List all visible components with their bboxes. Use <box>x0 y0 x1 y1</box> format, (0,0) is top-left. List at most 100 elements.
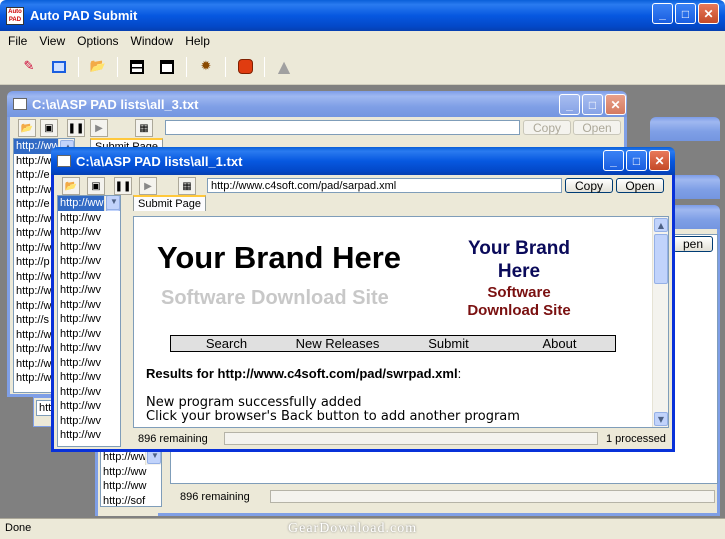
back-window-3-titlebar[interactable] <box>670 175 720 199</box>
menu-window[interactable]: Window <box>125 31 180 49</box>
results-heading: Results for http://www.c4soft.com/pad/sw… <box>146 366 461 381</box>
back-play-icon[interactable]: ▶ <box>90 119 108 137</box>
toolbar-separator <box>186 56 187 77</box>
list-item[interactable]: http://wv <box>58 225 120 240</box>
result-message-2: Click your browser's Back button to add … <box>146 409 520 424</box>
list-item[interactable]: http://wv <box>58 211 120 226</box>
back-copy-button[interactable]: Copy <box>523 120 571 135</box>
maximize-button[interactable]: □ <box>675 3 696 24</box>
play-icon[interactable]: ▶ <box>139 177 157 195</box>
front-close-button[interactable]: ✕ <box>649 150 670 171</box>
back-window-4-titlebar[interactable] <box>670 205 720 229</box>
list-item[interactable]: http://wv <box>58 312 120 327</box>
menu-help[interactable]: Help <box>179 31 216 49</box>
list-item[interactable]: http://sof <box>101 494 161 507</box>
scroll-down-arrow-icon[interactable]: ▼ <box>106 196 120 210</box>
toolbar-separator <box>78 56 79 77</box>
brand-small-line1: Your Brand <box>467 238 571 259</box>
back-pause-icon[interactable]: ❚❚ <box>67 119 85 137</box>
front-url-field[interactable]: http://www.c4soft.com/pad/sarpad.xml <box>207 178 562 193</box>
list-item[interactable]: http://ww <box>101 465 161 480</box>
menu-bar: File View Options Window Help <box>0 31 725 49</box>
third-window-open-button[interactable]: pen <box>673 236 713 252</box>
open-folder-icon[interactable]: 📂 <box>62 177 80 195</box>
main-toolbar: ✎ 📂 ✹ ▲ <box>0 49 725 85</box>
brand-small-line2: Here <box>497 261 541 282</box>
nav-search-link[interactable]: Search <box>171 336 282 351</box>
back-close-button[interactable]: ✕ <box>605 94 626 115</box>
list-item[interactable]: http://wv <box>58 356 120 371</box>
site-small-line2: Download Site <box>467 302 571 319</box>
app-title: Auto PAD Submit <box>30 8 138 23</box>
scroll-down-arrow-icon[interactable]: ▼ <box>654 412 668 426</box>
result-message-1: New program successfully added <box>146 395 362 410</box>
back-save-icon[interactable]: ▣ <box>40 119 58 137</box>
list-item[interactable]: http://wv <box>58 370 120 385</box>
open-button[interactable]: Open <box>616 178 664 193</box>
save-icon[interactable]: ▣ <box>87 177 105 195</box>
front-url-list[interactable]: http://ww http://wv http://wv http://wv … <box>57 195 121 447</box>
menu-options[interactable]: Options <box>71 31 124 49</box>
app-titlebar[interactable]: Auto PAD Auto PAD Submit _ □ ✕ <box>0 0 725 31</box>
site-large: Software Download Site <box>161 287 389 309</box>
back-minimize-button[interactable]: _ <box>559 94 580 115</box>
list-item[interactable]: http://ww <box>101 479 161 494</box>
status-text: Done <box>5 522 32 534</box>
site-small-line1: Software <box>487 284 551 301</box>
nav-new-releases-link[interactable]: New Releases <box>282 336 393 351</box>
back-grid-icon[interactable]: ▦ <box>135 119 153 137</box>
back-window-title: C:\a\ASP PAD lists\all_3.txt <box>32 96 199 112</box>
list-scrollbar[interactable]: ▼ <box>145 450 161 465</box>
list-item[interactable]: http://wv <box>58 283 120 298</box>
menu-file[interactable]: File <box>2 31 33 49</box>
front-window-frame: 📂 ▣ ❚❚ ▶ ▦ http://www.c4soft.com/pad/sar… <box>51 175 675 452</box>
stop-icon[interactable] <box>234 56 256 78</box>
front-maximize-button[interactable]: □ <box>626 150 647 171</box>
toolbar-separator <box>117 56 118 77</box>
back-window-2-titlebar[interactable] <box>650 117 720 141</box>
back-window-titlebar[interactable]: C:\a\ASP PAD lists\all_3.txt _ □ ✕ <box>7 91 627 117</box>
list-item[interactable]: http://wv <box>58 240 120 255</box>
triangle-up-icon[interactable]: ▲ <box>273 56 295 78</box>
results-label: Results for http://www.c4soft.com/pad/sw… <box>146 366 458 381</box>
close-button[interactable]: ✕ <box>698 3 719 24</box>
nav-submit-link[interactable]: Submit <box>393 336 504 351</box>
tile-horizontal-icon[interactable] <box>126 56 148 78</box>
scroll-down-arrow-icon[interactable]: ▼ <box>147 450 161 464</box>
back-url-field[interactable] <box>165 120 520 135</box>
nav-about-link[interactable]: About <box>504 336 615 351</box>
app-logo-icon: Auto PAD <box>6 6 24 25</box>
list-item[interactable]: http://wv <box>58 327 120 342</box>
settings-gear-icon[interactable]: ✹ <box>195 56 217 78</box>
front-minimize-button[interactable]: _ <box>603 150 624 171</box>
scroll-thumb[interactable] <box>654 234 668 284</box>
back-open-folder-icon[interactable]: 📂 <box>18 119 36 137</box>
document-icon <box>13 98 27 110</box>
list-item[interactable]: http://wv <box>58 269 120 284</box>
list-item[interactable]: http://wv <box>58 254 120 269</box>
third-window-url-list[interactable]: http://ww http://ww http://ww http://sof… <box>100 449 162 507</box>
open-folder-icon[interactable]: 📂 <box>87 56 109 78</box>
list-item[interactable]: http://wv <box>58 428 120 443</box>
window-icon[interactable] <box>48 56 70 78</box>
list-scrollbar[interactable]: ▲ ▼ <box>104 196 120 211</box>
back-maximize-button[interactable]: □ <box>582 94 603 115</box>
back-open-button[interactable]: Open <box>573 120 621 135</box>
menu-view[interactable]: View <box>33 31 71 49</box>
browser-scrollbar[interactable]: ▲ ▼ <box>652 217 668 427</box>
list-item[interactable]: http://wv <box>58 399 120 414</box>
tab-submit-page[interactable]: Submit Page <box>133 195 206 211</box>
minimize-button[interactable]: _ <box>652 3 673 24</box>
cascade-icon[interactable] <box>156 56 178 78</box>
scroll-up-arrow-icon[interactable]: ▲ <box>654 218 668 232</box>
front-window-titlebar[interactable]: C:\a\ASP PAD lists\all_1.txt _ □ ✕ <box>51 147 675 175</box>
list-item[interactable]: http://wv <box>58 414 120 429</box>
copy-button[interactable]: Copy <box>565 178 613 193</box>
third-window-remaining: 896 remaining <box>180 491 250 503</box>
grid-icon[interactable]: ▦ <box>178 177 196 195</box>
pause-icon[interactable]: ❚❚ <box>114 177 132 195</box>
list-item[interactable]: http://wv <box>58 298 120 313</box>
pad-wizard-icon[interactable]: ✎ <box>18 56 40 78</box>
list-item[interactable]: http://wv <box>58 341 120 356</box>
list-item[interactable]: http://wv <box>58 385 120 400</box>
